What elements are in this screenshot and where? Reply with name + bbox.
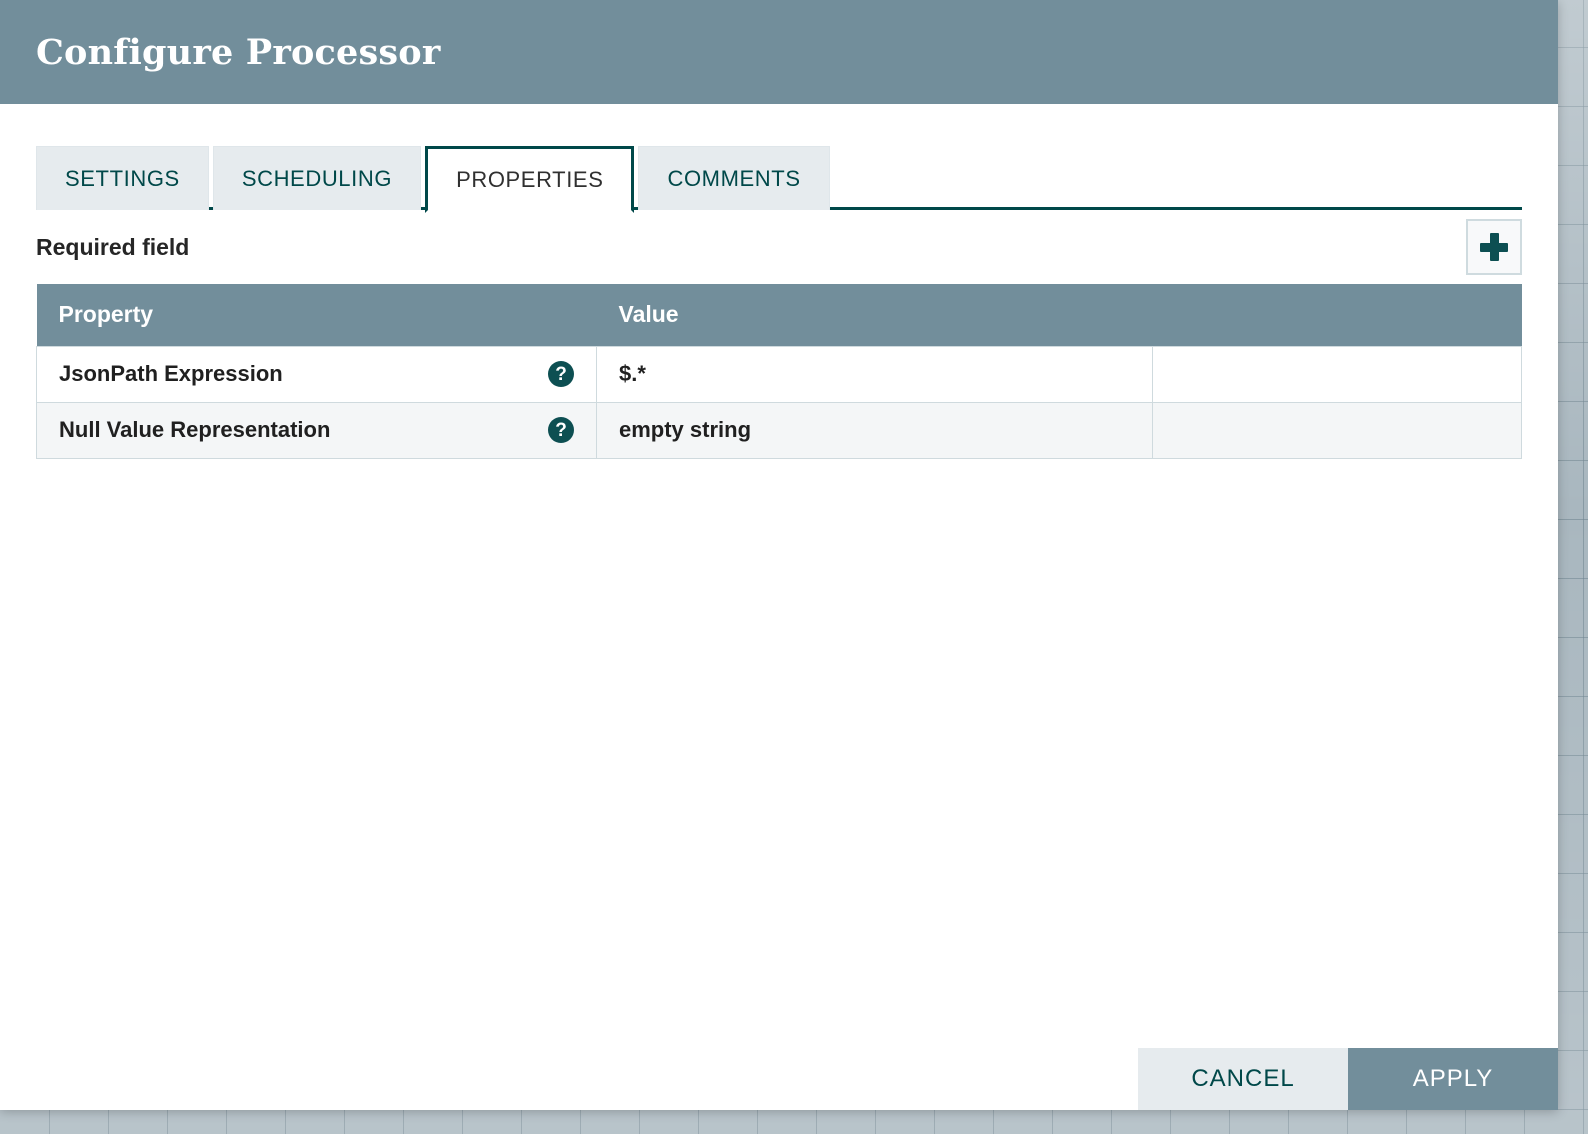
help-circle-icon[interactable]: ? xyxy=(548,361,574,387)
tab-properties-label: PROPERTIES xyxy=(456,166,604,192)
table-row[interactable]: Null Value Representation ? empty string xyxy=(36,401,1522,459)
dialog-header: Configure Processor xyxy=(0,0,1558,104)
dialog-footer: CANCEL APPLY xyxy=(0,1048,1558,1110)
property-extra-cell xyxy=(1152,345,1522,403)
tab-bar: SETTINGS SCHEDULING PROPERTIES COMMENTS xyxy=(0,142,1558,213)
property-name: Null Value Representation xyxy=(59,417,331,442)
table-header-row: Property Value xyxy=(36,284,1522,346)
property-cell: Null Value Representation ? xyxy=(36,401,597,459)
properties-toolbar: Required field xyxy=(36,210,1522,284)
tab-scheduling[interactable]: SCHEDULING xyxy=(212,146,422,210)
tab-comments-label: COMMENTS xyxy=(667,165,801,191)
table-head: Property Value xyxy=(36,284,1522,346)
properties-table: Property Value JsonPath Expression ? $.* xyxy=(36,284,1522,459)
column-header-extra xyxy=(1152,284,1522,346)
table-body: JsonPath Expression ? $.* Null Value Rep… xyxy=(36,345,1522,459)
plus-icon xyxy=(1479,232,1509,262)
help-circle-icon[interactable]: ? xyxy=(548,417,574,443)
property-name: JsonPath Expression xyxy=(59,361,283,386)
tab-list: SETTINGS SCHEDULING PROPERTIES COMMENTS xyxy=(36,142,1522,213)
tab-scheduling-label: SCHEDULING xyxy=(241,165,393,191)
configure-processor-dialog: Configure Processor SETTINGS SCHEDULING … xyxy=(0,0,1558,1110)
property-cell: JsonPath Expression ? xyxy=(36,345,597,403)
property-value-cell[interactable]: empty string xyxy=(596,401,1153,459)
property-value-cell[interactable]: $.* xyxy=(596,345,1153,403)
tab-settings[interactable]: SETTINGS xyxy=(36,146,209,210)
tab-comments[interactable]: COMMENTS xyxy=(638,146,830,210)
cancel-button[interactable]: CANCEL xyxy=(1138,1048,1348,1110)
tab-settings-label: SETTINGS xyxy=(65,165,180,191)
required-field-label: Required field xyxy=(36,233,190,260)
apply-button[interactable]: APPLY xyxy=(1348,1048,1558,1110)
column-header-property: Property xyxy=(36,284,597,346)
property-extra-cell xyxy=(1152,401,1522,459)
tab-properties[interactable]: PROPERTIES xyxy=(425,146,635,213)
page-title: Configure Processor xyxy=(36,31,441,73)
column-header-value: Value xyxy=(596,284,1153,346)
add-property-button[interactable] xyxy=(1466,219,1522,275)
table-row[interactable]: JsonPath Expression ? $.* xyxy=(36,345,1522,403)
